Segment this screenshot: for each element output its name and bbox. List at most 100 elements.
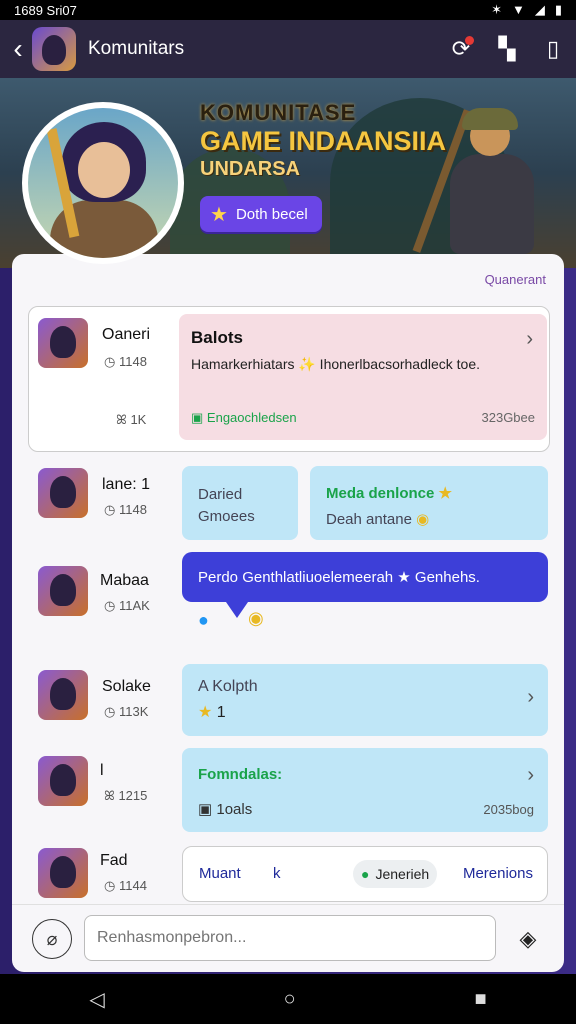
app-icon: [32, 27, 76, 71]
file-icon: ▣: [198, 801, 213, 818]
clock-icon: ◷: [104, 704, 116, 719]
user-name[interactable]: Mabaa: [100, 572, 149, 590]
clock-icon: ◷: [104, 354, 116, 369]
bookmark-icon: ▚: [498, 36, 516, 61]
clock-icon: ◷: [104, 502, 116, 517]
page-title: Komunitars: [88, 38, 185, 59]
reaction-card[interactable]: Muant k ● Jenerieh Merenions: [182, 846, 548, 902]
user-meta: ◷ 11AK: [104, 598, 150, 614]
message-text: Deah antane ◉: [326, 510, 429, 528]
hero-cta-button[interactable]: ★ Doth becel: [200, 196, 322, 232]
post-body: Hamarkerhiatars ✨ Ihonerlbacsorhadleck t…: [191, 356, 481, 372]
user-meta-value: 1144: [118, 878, 147, 893]
user-avatar[interactable]: [38, 756, 88, 806]
tag-icon: ▣: [191, 410, 204, 425]
nav-home-icon[interactable]: ○: [284, 988, 296, 1011]
message-card[interactable]: Fomndalas: › ▣ 1oals 2035bog: [182, 748, 548, 832]
message-card[interactable]: Daried Gmoees: [182, 466, 298, 540]
bookmark-button[interactable]: ▚: [484, 26, 530, 72]
message-composer: ⌀ ◈: [12, 904, 564, 972]
feed-panel: Quanerant Oaneri ◷ 1148 ꕤ 1K Balots › Ha…: [12, 254, 564, 972]
user-meta: ◷ 1148: [104, 354, 147, 370]
post-time: 323Gbee: [481, 410, 536, 425]
rating-count: 1: [216, 704, 226, 721]
user-avatar[interactable]: [38, 318, 88, 368]
user-followers: ꕤ 1K: [116, 412, 146, 428]
notification-button[interactable]: ⟳: [438, 26, 484, 72]
reaction-chip[interactable]: ● Jenerieh: [353, 860, 438, 888]
status-icons: ✶ ▼ ◢ ▮: [491, 2, 562, 18]
attach-button[interactable]: ⌀: [32, 919, 72, 959]
notification-dot: [465, 36, 474, 45]
reaction-label[interactable]: Muant: [199, 865, 241, 882]
message-time: 2035bog: [483, 802, 534, 817]
post-card[interactable]: Balots › Hamarkerhiatars ✨ Ihonerlbacsor…: [179, 314, 547, 440]
star-icon: ★: [198, 704, 213, 721]
user-name[interactable]: lane: 1: [102, 476, 150, 494]
message-text: Daried Gmoees: [198, 486, 255, 525]
paperclip-icon: ⌀: [46, 928, 58, 949]
user-meta-value: 1148: [118, 502, 147, 517]
signal-icon: ◢: [534, 2, 545, 17]
user-name[interactable]: Fad: [100, 852, 128, 870]
coin-icon: ◉: [248, 608, 264, 628]
post-tag-label: Engaochledsen: [206, 410, 297, 425]
user-meta: ꕤ 1215: [104, 788, 147, 804]
user-name[interactable]: Oaneri: [102, 326, 150, 344]
user-avatar[interactable]: [38, 848, 88, 898]
message-highlight: Meda denlonce ★: [326, 484, 452, 502]
star-icon: ★: [210, 203, 228, 226]
user-name[interactable]: Solake: [102, 678, 151, 696]
user-followers-value: 1K: [130, 412, 147, 427]
app-bar: ‹ Komunitars ⟳ ▚ ▯: [0, 20, 576, 78]
user-avatar[interactable]: [38, 566, 88, 616]
message-card[interactable]: Meda denlonce ★ Deah antane ◉: [310, 466, 548, 540]
hero-kicker: KOMUNITASE: [200, 100, 357, 125]
chevron-right-icon[interactable]: ›: [526, 328, 533, 351]
message-card[interactable]: A Kolpth ★ 1 ›: [182, 664, 548, 736]
send-button[interactable]: ◈: [512, 923, 544, 955]
hero-character-illustration: [412, 106, 552, 266]
back-button[interactable]: ‹: [6, 35, 30, 63]
people-icon: ꕤ: [104, 788, 115, 803]
phone-button[interactable]: ▯: [530, 26, 576, 72]
user-meta: ◷ 113K: [104, 704, 148, 720]
warrior-body: [450, 154, 534, 254]
message-input[interactable]: [84, 915, 496, 961]
nav-back-icon[interactable]: ◁: [89, 987, 104, 1012]
message-highlight-text: Meda denlonce: [326, 485, 435, 502]
chevron-right-icon[interactable]: ›: [527, 686, 534, 709]
nav-recents-icon[interactable]: ■: [474, 988, 486, 1011]
post-title: Balots: [191, 328, 243, 347]
user-name[interactable]: l: [100, 762, 104, 780]
message-sub: ▣ 1oals: [198, 800, 252, 818]
dot-icon: ●: [361, 866, 370, 882]
send-icon: ◈: [519, 926, 537, 951]
status-time: 1689 Sri07: [14, 2, 77, 18]
message-title: Fomndalas:: [198, 766, 283, 783]
user-avatar[interactable]: [38, 670, 88, 720]
clock-icon: ◷: [104, 598, 116, 613]
hero-headline: GAME INDAANSIIA: [200, 126, 447, 156]
sort-label[interactable]: Quanerant: [485, 272, 546, 287]
user-meta: ◷ 1148: [104, 502, 147, 518]
status-bar: 1689 Sri07 ✶ ▼ ◢ ▮: [0, 0, 576, 20]
user-meta: ◷ 1144: [104, 878, 147, 894]
system-nav-bar: ◁ ○ ■: [0, 974, 576, 1024]
star-icon: ★: [438, 485, 452, 502]
post-tag[interactable]: ▣ Engaochledsen: [191, 410, 297, 426]
reaction-chip-label: Jenerieh: [375, 866, 430, 882]
chevron-right-icon[interactable]: ›: [527, 764, 534, 787]
hero-subtitle: UNDARSA: [200, 158, 300, 180]
message-rest-text: Deah antane: [326, 511, 412, 528]
reaction-label[interactable]: Merenions: [463, 865, 533, 882]
bluetooth-icon: ✶: [491, 2, 502, 17]
chat-bubble[interactable]: Perdo Genthlatliuoelemeerah ★ Genhehs.: [182, 552, 548, 618]
community-avatar[interactable]: [22, 102, 184, 264]
user-avatar[interactable]: [38, 468, 88, 518]
wifi-icon: ▼: [511, 2, 525, 17]
clock-icon: ◷: [104, 878, 116, 893]
reaction-label[interactable]: k: [273, 865, 281, 882]
coin-icon: ◉: [416, 511, 430, 528]
hero-cta-label: Doth becel: [235, 205, 308, 223]
